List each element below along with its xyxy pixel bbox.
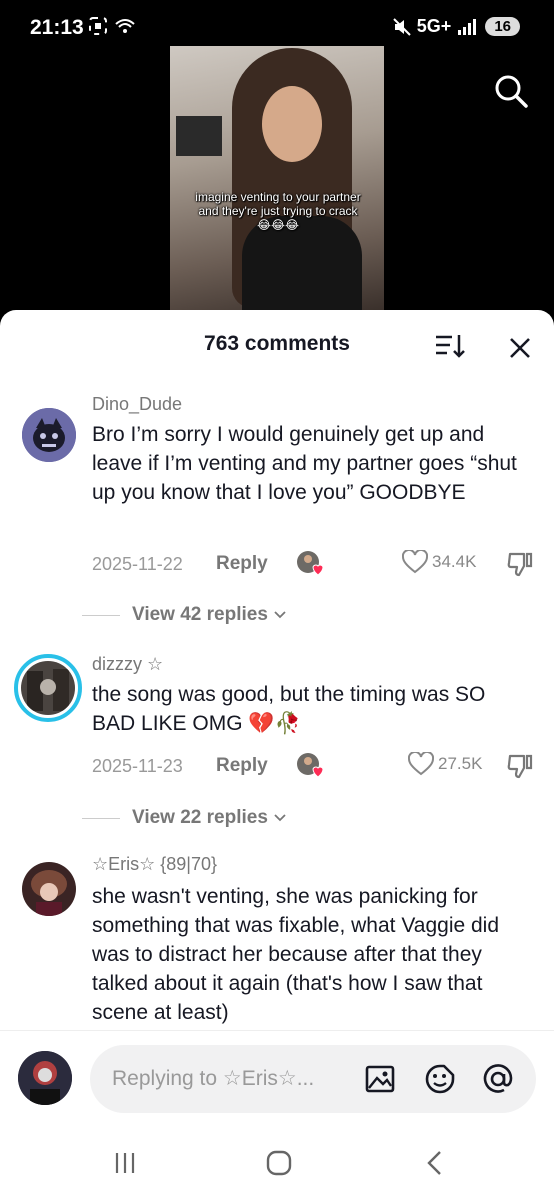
comment-composer: Replying to ☆Eris☆... (0, 1030, 554, 1124)
comment-input-placeholder: Replying to ☆Eris☆... (112, 1067, 315, 1090)
home-icon[interactable] (262, 1148, 296, 1178)
avatar[interactable] (22, 862, 76, 916)
comment-input[interactable]: Replying to ☆Eris☆... (90, 1045, 536, 1113)
comment-date: 2025-11-23 (92, 756, 183, 776)
avatar-eris-image (22, 862, 76, 916)
comment-username[interactable]: ☆Eris☆ {89|70} (92, 854, 217, 875)
close-icon[interactable] (506, 334, 534, 362)
system-nav-bar (0, 1124, 554, 1200)
recents-icon[interactable] (108, 1148, 142, 1178)
like-count: 27.5K (438, 754, 483, 773)
status-left-icons (88, 16, 136, 36)
status-right: 5G+ 16 (393, 16, 520, 37)
comment-item: dizzzy ☆ the song was good, but the timi… (0, 650, 554, 830)
comment-username[interactable]: Dino_Dude (92, 394, 182, 415)
sort-icon[interactable] (434, 332, 466, 360)
reply-button[interactable]: Reply (216, 755, 268, 777)
like-button[interactable]: 34.4K (402, 550, 476, 574)
creator-liked-badge-icon (297, 551, 324, 576)
avatar-dino-image (22, 408, 76, 462)
mention-icon[interactable] (482, 1063, 514, 1095)
image-icon[interactable] (364, 1063, 396, 1095)
user-avatar[interactable] (18, 1051, 72, 1105)
chevron-down-icon (274, 611, 286, 619)
comment-meta-row: 2025-11-23 Reply 27.5K (92, 752, 542, 782)
screen-capture-icon (89, 17, 107, 35)
view-replies-label: View 42 replies (132, 604, 268, 625)
view-replies-button[interactable]: View 22 replies (82, 805, 288, 831)
comment-text: she wasn't venting, she was panicking fo… (92, 885, 500, 1024)
comment-item: ☆Eris☆ {89|70} she wasn't venting, she w… (0, 854, 554, 1030)
user-avatar-image (18, 1051, 72, 1105)
view-replies-divider (82, 614, 120, 616)
back-icon[interactable] (418, 1148, 452, 1178)
creator-liked-badge-icon (297, 753, 324, 778)
mute-icon (393, 17, 411, 36)
wifi-icon (115, 19, 135, 33)
comment-date: 2025-11-22 (92, 554, 183, 574)
heart-icon (402, 550, 428, 574)
comment-text: Bro I’m sorry I would genuinely get up a… (92, 423, 517, 504)
signal-icon (458, 18, 477, 35)
battery-indicator: 16 (485, 17, 520, 36)
comments-header: 763 comments (0, 310, 554, 378)
emoji-icon[interactable] (424, 1063, 456, 1095)
comment-username[interactable]: dizzzy ☆ (92, 654, 163, 675)
view-replies-label: View 22 replies (132, 807, 268, 828)
video-background-tv (176, 116, 222, 156)
heart-icon (408, 752, 434, 776)
video-preview[interactable]: imagine venting to your partner and they… (170, 46, 384, 310)
like-count: 34.4K (432, 552, 477, 571)
dislike-icon[interactable] (506, 752, 534, 780)
search-icon[interactable] (494, 74, 528, 108)
comment-meta-row: 2025-11-22 Reply 34.4K (92, 550, 542, 580)
chevron-down-icon (274, 814, 286, 822)
video-person-face (262, 86, 322, 162)
view-replies-button[interactable]: View 42 replies (82, 602, 288, 628)
comments-count-title: 763 comments (204, 332, 350, 355)
avatar[interactable] (14, 654, 82, 722)
comment-item: Dino_Dude Bro I’m sorry I would genuinel… (0, 390, 554, 626)
network-label: 5G+ (416, 16, 452, 36)
reply-button[interactable]: Reply (216, 553, 268, 575)
video-caption: imagine venting to your partner and they… (195, 190, 361, 232)
status-time: 21:13 (30, 16, 84, 39)
avatar[interactable] (22, 408, 76, 462)
view-replies-divider (82, 817, 120, 819)
avatar-dizzzy-image (21, 661, 75, 715)
like-button[interactable]: 27.5K (408, 752, 482, 776)
comment-text: the song was good, but the timing was SO… (92, 683, 486, 735)
dislike-icon[interactable] (506, 550, 534, 578)
